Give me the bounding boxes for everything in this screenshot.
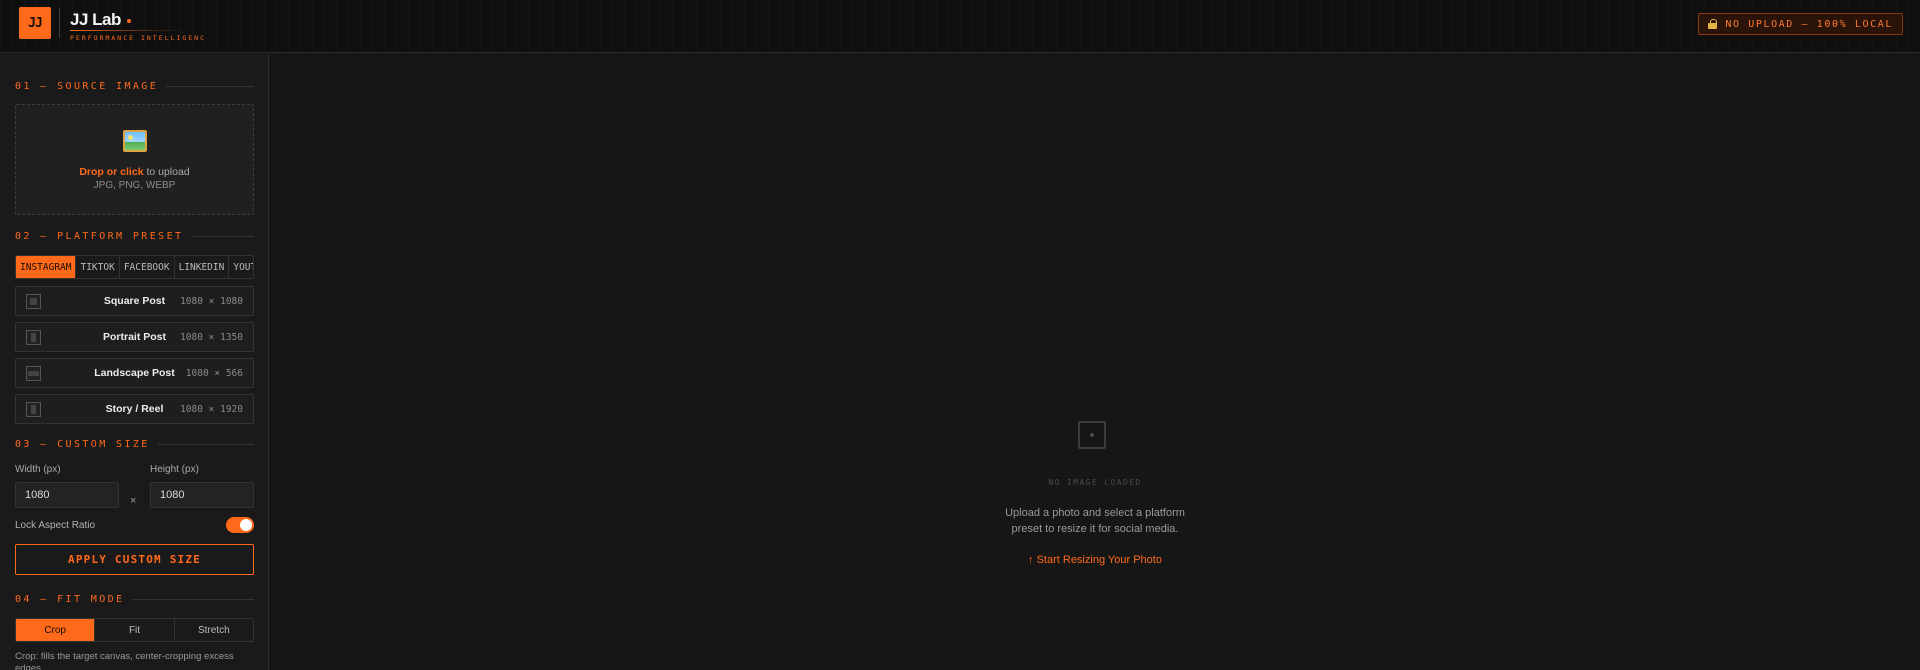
dropzone-formats: JPG, PNG, WEBP: [93, 180, 176, 191]
section-fit-title: 04 — FIT MODE: [15, 594, 125, 605]
section-platform-title: 02 — PLATFORM PRESET: [15, 231, 184, 242]
section-custom-title: 03 — CUSTOM SIZE: [15, 439, 150, 450]
section-custom-header: 03 — CUSTOM SIZE: [15, 439, 254, 450]
preview-area: NO IMAGE LOADED Upload a photo and selec…: [270, 54, 1920, 670]
lock-aspect-toggle[interactable]: [226, 517, 254, 533]
fit-fit-button[interactable]: Fit: [95, 619, 175, 641]
upload-dropzone[interactable]: Drop or click to upload JPG, PNG, WEBP: [15, 104, 254, 215]
fit-stretch-button[interactable]: Stretch: [175, 619, 253, 641]
dropzone-action[interactable]: Drop or click: [79, 166, 143, 178]
fit-mode-group: Crop Fit Stretch: [15, 618, 254, 642]
app-header: JJ JJ Lab PERFORMANCE INTELLIGENC NO UPL…: [0, 0, 1920, 53]
preset-dims: 1080 × 1350: [180, 332, 243, 343]
tab-instagram[interactable]: INSTAGRAM: [16, 256, 77, 278]
preset-portrait-post[interactable]: Portrait Post 1080 × 1350: [15, 322, 254, 352]
section-fit-header: 04 — FIT MODE: [15, 594, 254, 605]
empty-state-title: NO IMAGE LOADED: [1048, 478, 1142, 487]
dropzone-prompt: Drop or click to upload: [16, 166, 253, 178]
brand-title: JJ Lab: [70, 10, 121, 29]
tab-facebook[interactable]: FACEBOOK: [120, 256, 175, 278]
apply-custom-size-button[interactable]: APPLY CUSTOM SIZE: [15, 544, 254, 575]
brand-underline: [70, 30, 190, 31]
times-symbol: ×: [130, 495, 137, 507]
empty-image-icon: [1078, 421, 1106, 449]
brand-dot: [127, 19, 131, 23]
preset-dims: 1080 × 1080: [180, 296, 243, 307]
dropzone-prompt-rest: to upload: [143, 166, 190, 178]
start-resizing-link[interactable]: ↑ Start Resizing Your Photo: [270, 554, 1920, 566]
preset-landscape-post[interactable]: Landscape Post 1080 × 566: [15, 358, 254, 388]
tab-linkedin[interactable]: LINKEDIN: [175, 256, 230, 278]
preset-story-reel[interactable]: Story / Reel 1080 × 1920: [15, 394, 254, 424]
empty-state-description: Upload a photo and select a platform pre…: [1005, 507, 1185, 535]
lock-aspect-label: Lock Aspect Ratio: [15, 520, 96, 531]
logo-divider: [59, 8, 60, 38]
height-input[interactable]: [150, 482, 254, 508]
logo[interactable]: JJ: [19, 7, 51, 39]
toggle-knob: [240, 519, 252, 531]
width-input[interactable]: [15, 482, 119, 508]
preset-dims: 1080 × 566: [185, 368, 243, 379]
section-source-title: 01 — SOURCE IMAGE: [15, 81, 159, 92]
tab-youtube[interactable]: YOUTU: [229, 256, 253, 278]
brand-subtitle: PERFORMANCE INTELLIGENC: [70, 34, 207, 42]
fit-mode-help: Crop: fills the target canvas, center-cr…: [15, 651, 234, 670]
sidebar: 01 — SOURCE IMAGE Drop or click to uploa…: [0, 54, 269, 670]
height-label: Height (px): [150, 464, 199, 475]
tab-tiktok[interactable]: TIKTOK: [76, 256, 120, 278]
section-platform-header: 02 — PLATFORM PRESET: [15, 231, 254, 242]
preset-dims: 1080 × 1920: [180, 404, 243, 415]
section-source-header: 01 — SOURCE IMAGE: [15, 81, 254, 92]
local-badge-label: NO UPLOAD — 100% LOCAL: [1725, 18, 1893, 30]
image-icon: [123, 130, 147, 152]
local-badge: NO UPLOAD — 100% LOCAL: [1698, 13, 1903, 35]
lock-icon: [1708, 19, 1718, 29]
preset-square-post[interactable]: Square Post 1080 × 1080: [15, 286, 254, 316]
width-label: Width (px): [15, 464, 61, 475]
platform-tabs: INSTAGRAM TIKTOK FACEBOOK LINKEDIN YOUTU: [15, 255, 254, 279]
fit-crop-button[interactable]: Crop: [16, 619, 96, 641]
